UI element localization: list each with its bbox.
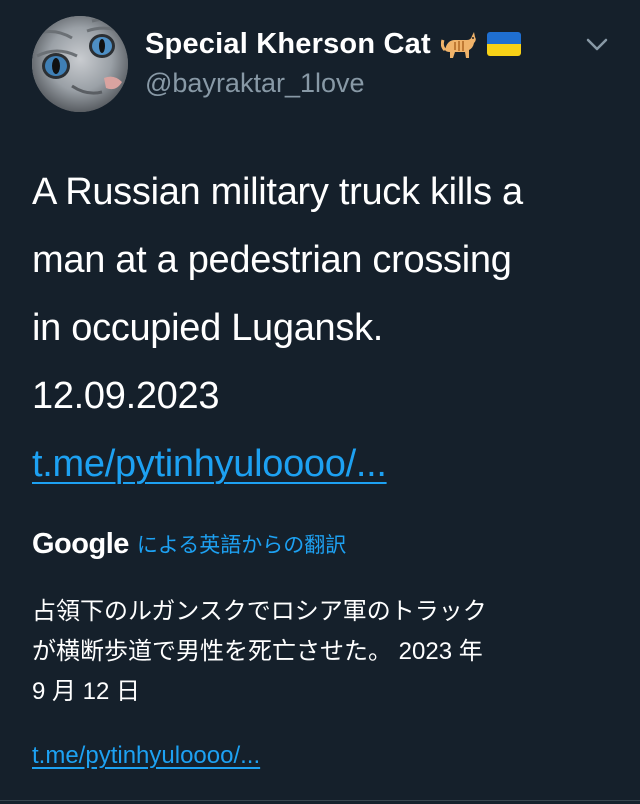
divider (0, 800, 640, 801)
tweet-text-line: 12.09.2023 (32, 375, 220, 417)
translated-text: 占領下のルガンスクでロシア軍のトラック が横断歩道で男性を死亡させた。 2023… (32, 592, 612, 712)
avatar[interactable] (32, 16, 128, 112)
translation-attribution: Google による英語からの翻訳 (32, 526, 346, 562)
google-logo: Google (32, 527, 129, 560)
translated-text-line: 占領下のルガンスクでロシア軍のトラック (32, 598, 487, 625)
translated-text-line: 9 月 12 日 (32, 678, 141, 705)
chevron-down-icon[interactable] (584, 34, 610, 54)
translated-link[interactable]: t.me/pytinhyuloooo/... (32, 742, 260, 770)
display-name-row[interactable]: Special Kherson Cat (145, 26, 521, 62)
tweet-header: Special Kherson Cat @bayraktar_1love (0, 0, 640, 130)
tweet-text-line: man at a pedestrian crossing (32, 239, 512, 281)
translated-text-line: が横断歩道で男性を死亡させた。 2023 年 (32, 638, 483, 665)
cat-emoji-icon (440, 28, 477, 60)
user-handle[interactable]: @bayraktar_1love (145, 68, 365, 99)
ukraine-flag-icon (486, 32, 521, 56)
tweet-text-line: in occupied Lugansk. (32, 307, 384, 349)
tweet-link[interactable]: t.me/pytinhyuloooo/... (32, 430, 622, 498)
cat-avatar-image (32, 16, 128, 112)
tweet-text-line: A Russian military truck kills a (32, 171, 523, 213)
display-name[interactable]: Special Kherson Cat (145, 28, 431, 61)
tweet-text: A Russian military truck kills a man at … (32, 158, 622, 498)
translation-label[interactable]: による英語からの翻訳 (137, 529, 346, 559)
